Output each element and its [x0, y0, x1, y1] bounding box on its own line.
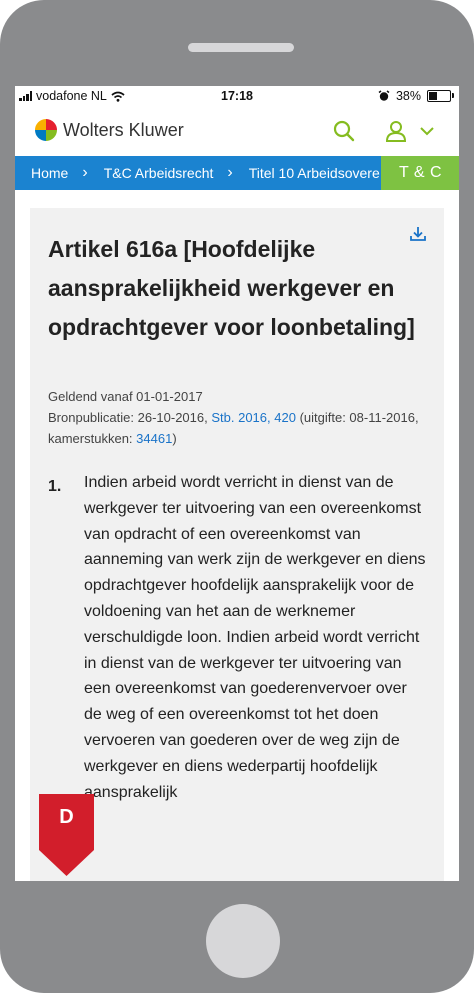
- staatsblad-link[interactable]: Stb. 2016, 420: [211, 410, 296, 425]
- alarm-icon: [378, 90, 390, 101]
- logo-mark-icon: [35, 119, 57, 141]
- breadcrumb-titel-10[interactable]: Titel 10 Arbeidsovere: [233, 165, 380, 181]
- tc-badge[interactable]: T & C: [381, 156, 459, 190]
- breadcrumb-tc-arbeidsrecht[interactable]: T&C Arbeidsrecht: [88, 165, 214, 181]
- wolters-kluwer-logo[interactable]: Wolters Kluwer: [35, 119, 184, 141]
- status-bar: vodafone NL 17:18 38%: [15, 86, 459, 108]
- geldend-date: Geldend vanaf 01-01-2017: [48, 389, 203, 404]
- battery-icon: [427, 90, 454, 102]
- phone-speaker: [188, 43, 294, 52]
- bron-prefix: Bronpublicatie: 26-10-2016,: [48, 410, 208, 425]
- badge-letter: D: [59, 806, 74, 828]
- breadcrumb-chevron-icon: ›: [82, 164, 88, 181]
- article-card: Artikel 616a [Hoofdelijke aansprakelijkh…: [30, 208, 444, 881]
- bron-suffix: ): [172, 431, 177, 446]
- user-icon[interactable]: [383, 118, 409, 144]
- status-right: 38%: [378, 89, 454, 103]
- paragraph-number: 1.: [48, 478, 62, 495]
- breadcrumb: Home › T&C Arbeidsrecht › Titel 10 Arbei…: [15, 156, 459, 190]
- bronpublicatie: Bronpublicatie: 26-10-2016, Stb. 2016, 4…: [48, 407, 428, 449]
- kamerstukken-link[interactable]: 34461: [136, 431, 172, 446]
- screen: vodafone NL 17:18 38% Wolters Kluwer Hom…: [15, 86, 459, 881]
- chevron-down-icon[interactable]: [417, 120, 437, 142]
- brand-name: Wolters Kluwer: [63, 119, 184, 140]
- article-title: Artikel 616a [Hoofdelijke aansprakelijkh…: [48, 236, 415, 340]
- search-icon[interactable]: [331, 118, 357, 144]
- battery-percent: 38%: [395, 89, 421, 103]
- article-meta: Geldend vanaf 01-01-2017 Bronpublicatie:…: [48, 386, 428, 449]
- breadcrumb-home[interactable]: Home: [15, 165, 68, 181]
- phone-frame: vodafone NL 17:18 38% Wolters Kluwer Hom…: [0, 0, 474, 993]
- paragraph-text: Indien arbeid wordt verricht in dienst v…: [84, 474, 426, 801]
- app-header: Wolters Kluwer: [15, 108, 459, 156]
- breadcrumb-chevron-icon: ›: [227, 164, 233, 181]
- breadcrumb-trail: Home › T&C Arbeidsrecht › Titel 10 Arbei…: [15, 156, 381, 190]
- home-button[interactable]: [206, 904, 280, 978]
